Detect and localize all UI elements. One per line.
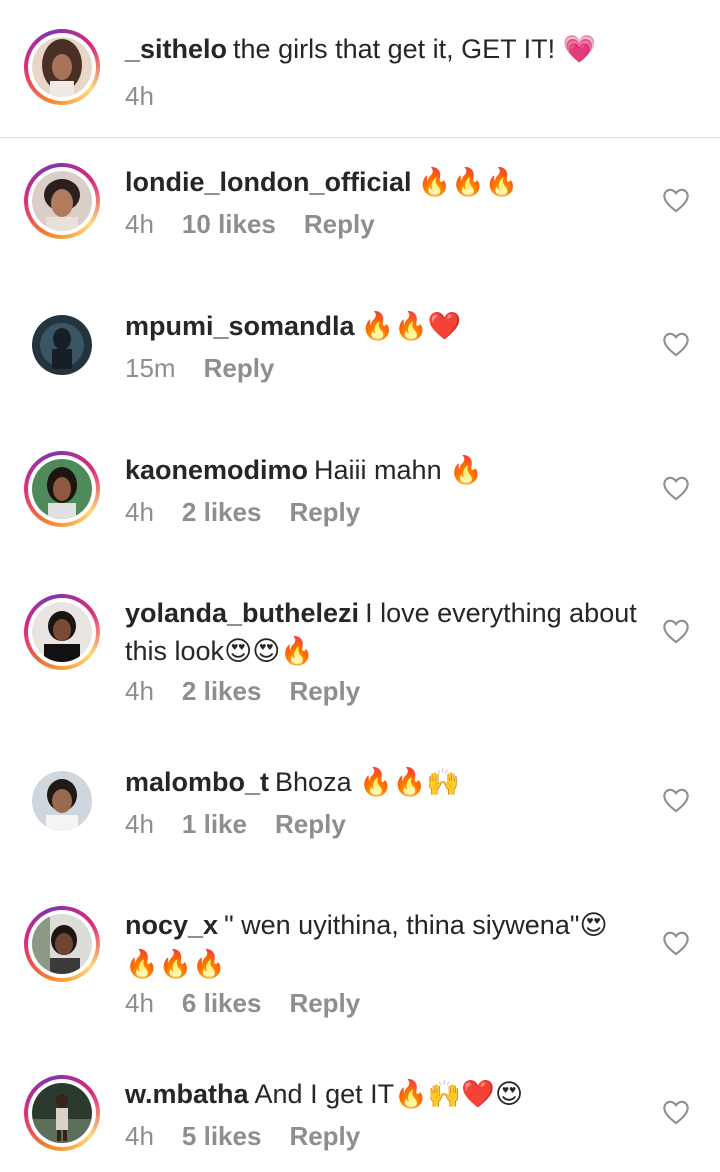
comment-username[interactable]: kaonemodimo <box>125 455 308 485</box>
comment-meta: 15m Reply <box>125 353 302 384</box>
heart-outline-icon[interactable] <box>662 331 690 357</box>
heart-outline-icon[interactable] <box>662 930 690 956</box>
comment-text: Bhoza <box>275 767 352 797</box>
comment-username[interactable]: yolanda_buthelezi <box>125 598 359 628</box>
comment-likes[interactable]: 5 likes <box>182 1121 262 1152</box>
comment-meta: 4h 6 likes Reply <box>125 988 388 1019</box>
comment-emoji: 🔥 <box>449 455 483 486</box>
comment-meta: 4h 5 likes Reply <box>125 1121 388 1152</box>
comment-text: " wen uyithina, thina siywena" <box>224 910 580 940</box>
comment-meta: 4h 1 like Reply <box>125 809 374 840</box>
comment-time: 15m <box>125 353 176 383</box>
reply-button[interactable]: Reply <box>289 1121 360 1152</box>
comment-time: 4h <box>125 676 154 706</box>
comment-meta: 4h 2 likes Reply <box>125 497 388 528</box>
comment-likes[interactable]: 6 likes <box>182 988 262 1019</box>
reply-button[interactable]: Reply <box>289 676 360 707</box>
avatar[interactable] <box>24 451 100 527</box>
comment-username[interactable]: mpumi_somandla <box>125 311 355 341</box>
heart-outline-icon[interactable] <box>662 475 690 501</box>
comment-time: 4h <box>125 809 154 839</box>
avatar[interactable] <box>24 29 100 105</box>
reply-button[interactable]: Reply <box>289 988 360 1019</box>
comment-time: 4h <box>125 497 154 527</box>
avatar[interactable] <box>24 163 100 239</box>
comment-likes[interactable]: 10 likes <box>182 209 276 240</box>
reply-button[interactable]: Reply <box>204 353 275 384</box>
comment-text: the girls that get it, GET IT! <box>233 34 556 64</box>
reply-button[interactable]: Reply <box>289 497 360 528</box>
avatar[interactable] <box>24 906 100 982</box>
reply-button[interactable]: Reply <box>304 209 375 240</box>
avatar[interactable] <box>24 763 100 839</box>
avatar[interactable] <box>24 307 100 383</box>
comment-likes[interactable]: 1 like <box>182 809 247 840</box>
post-caption: _sithelo the girls that get it, GET IT! 💗… <box>0 0 720 137</box>
comment-emoji: 🔥🙌❤️😍 <box>394 1079 524 1110</box>
reply-button[interactable]: Reply <box>275 809 346 840</box>
heart-outline-icon[interactable] <box>662 787 690 813</box>
comment-username[interactable]: _sithelo <box>125 34 227 64</box>
comment-emoji: 🔥🔥❤️ <box>360 311 462 342</box>
comment-username[interactable]: malombo_t <box>125 767 269 797</box>
comment-likes[interactable]: 2 likes <box>182 676 262 707</box>
comment-emoji: 🔥🔥🙌 <box>359 767 460 798</box>
comment-username[interactable]: w.mbatha <box>125 1079 249 1109</box>
comment-meta: 4h 2 likes Reply <box>125 676 388 707</box>
comment-emoji: 💗 <box>562 34 597 65</box>
comment-emoji: 😍😍🔥 <box>224 636 314 667</box>
comment-time: 4h <box>125 81 154 111</box>
comment-text: And I get IT <box>254 1079 395 1109</box>
comment-time: 4h <box>125 1121 154 1151</box>
heart-outline-icon[interactable] <box>662 618 690 644</box>
heart-outline-icon[interactable] <box>662 187 690 213</box>
comment-likes[interactable]: 2 likes <box>182 497 262 528</box>
comment-username[interactable]: londie_london_official <box>125 167 412 197</box>
comment-username[interactable]: nocy_x <box>125 910 218 940</box>
divider <box>0 137 720 138</box>
avatar[interactable] <box>24 594 100 670</box>
avatar[interactable] <box>24 1075 100 1151</box>
comment-emoji: 🔥🔥🔥 <box>417 167 519 198</box>
comment-time: 4h <box>125 988 154 1018</box>
comment-meta: 4h <box>125 81 182 112</box>
comment-time: 4h <box>125 209 154 239</box>
comment-meta: 4h 10 likes Reply <box>125 209 403 240</box>
comment-text: Haiii mahn <box>314 455 442 485</box>
heart-outline-icon[interactable] <box>662 1099 690 1125</box>
